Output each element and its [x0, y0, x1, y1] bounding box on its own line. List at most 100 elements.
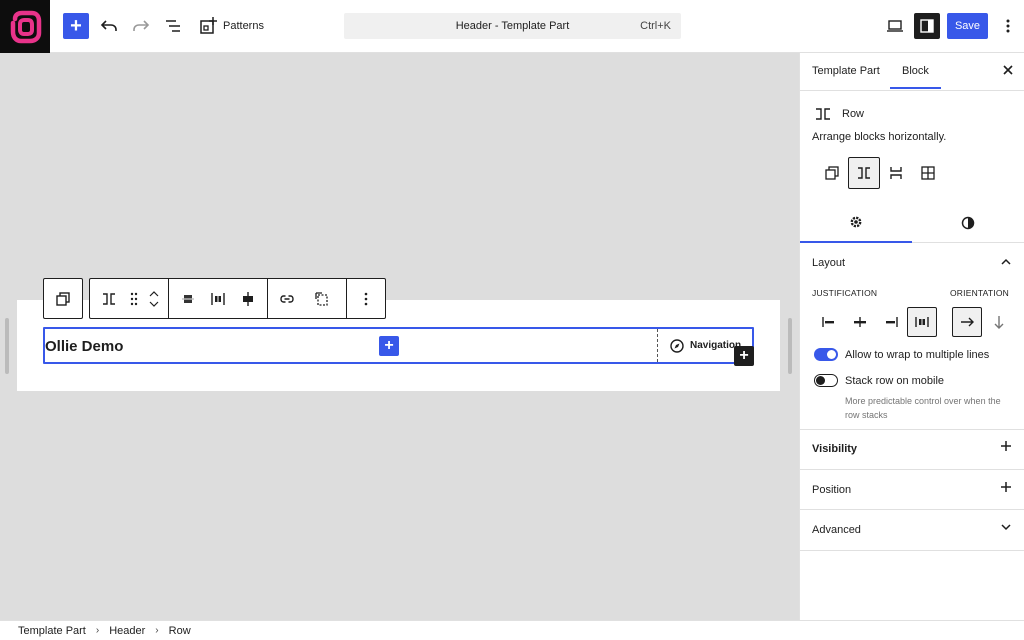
toggle-knob [816, 376, 825, 385]
panel-divider [800, 550, 1024, 551]
justification-label: JUSTIFICATION [812, 288, 878, 298]
row-block[interactable]: Ollie Demo + Navigation + [43, 327, 754, 366]
row-icon [103, 292, 115, 305]
advanced-panel-title: Advanced [812, 524, 861, 536]
convert-to-pattern-button[interactable] [302, 284, 342, 314]
compass-icon [670, 339, 684, 353]
tab-settings[interactable] [800, 203, 912, 243]
link-button[interactable] [272, 284, 302, 314]
chevron-right-icon: › [155, 625, 159, 636]
row-icon [816, 108, 830, 120]
document-overview-button[interactable] [161, 13, 185, 39]
plus-icon [1001, 482, 1011, 492]
patterns-button[interactable]: Patterns [199, 13, 265, 39]
group-icon [825, 166, 839, 180]
more-vertical-icon [364, 292, 368, 305]
ollie-logo-icon [10, 10, 42, 43]
orientation-vertical-button[interactable] [984, 307, 1014, 337]
align-center-icon [182, 294, 194, 303]
chevron-up-icon[interactable] [148, 290, 160, 298]
chevron-right-icon: › [95, 625, 100, 636]
select-parent-button[interactable] [43, 278, 83, 319]
sidebar-icon [920, 19, 934, 33]
site-logo-button[interactable] [0, 0, 50, 53]
gear-icon [850, 216, 862, 228]
row-icon [858, 167, 870, 179]
plus-icon [1001, 441, 1011, 451]
close-icon [1003, 65, 1013, 75]
orientation-horizontal-button[interactable] [952, 307, 982, 337]
vertical-align-button[interactable] [173, 284, 203, 314]
variation-row[interactable] [848, 157, 880, 189]
chevron-down-icon [1001, 524, 1011, 531]
command-palette-bar[interactable]: Header - Template Part Ctrl+K [344, 13, 681, 39]
block-card-title: Row [842, 108, 865, 120]
justify-space-between-button[interactable] [907, 307, 937, 337]
toolbar-group-link [268, 279, 347, 318]
contrast-icon [961, 216, 975, 230]
close-sidebar-button[interactable] [1002, 63, 1014, 81]
stack-toggle[interactable] [814, 374, 838, 387]
desktop-icon [887, 20, 903, 32]
justify-left-icon [822, 317, 834, 327]
toolbar-group-alignment [169, 279, 268, 318]
stack-toggle-label: Stack row on mobile [845, 375, 945, 387]
tab-block[interactable]: Block [890, 65, 941, 89]
toolbar-group-more [347, 279, 385, 318]
navigation-appender-button[interactable]: + [734, 346, 754, 366]
visibility-panel-header[interactable]: Visibility [800, 429, 1024, 469]
tab-template-part[interactable]: Template Part [812, 65, 880, 77]
row-inserter-button[interactable]: + [379, 336, 399, 356]
justify-right-button[interactable] [876, 307, 906, 337]
stretch-button[interactable] [233, 284, 263, 314]
position-panel-header[interactable]: Position [800, 470, 1024, 510]
variation-grid[interactable] [912, 157, 944, 189]
plus-icon: + [70, 15, 82, 37]
right-resize-handle[interactable] [788, 318, 792, 374]
toggle-knob [827, 350, 836, 359]
editor-header: + Patterns Header - Template Part Ctrl+K [0, 0, 1024, 53]
site-title[interactable]: Ollie Demo [45, 338, 123, 355]
block-inserter-button[interactable]: + [63, 13, 89, 39]
settings-sidebar-toggle[interactable] [914, 13, 940, 39]
create-pattern-icon [315, 291, 328, 306]
redo-icon [133, 20, 150, 31]
justify-center-button[interactable] [845, 307, 875, 337]
settings-styles-tabs [800, 203, 1024, 243]
justify-stretch-icon [243, 291, 253, 306]
save-button[interactable]: Save [947, 13, 988, 39]
block-breadcrumb: Template Part › Header › Row [0, 620, 1024, 640]
editor-canvas[interactable]: Ollie Demo + Navigation + [0, 53, 799, 620]
undo-button[interactable] [97, 13, 121, 39]
block-mover [144, 290, 164, 308]
orientation-label: ORIENTATION [950, 288, 1010, 298]
justify-left-button[interactable] [814, 307, 844, 337]
chevron-down-icon[interactable] [148, 300, 160, 308]
breadcrumb-template-part[interactable]: Template Part [18, 625, 86, 637]
justify-button[interactable] [203, 284, 233, 314]
variation-stack[interactable] [880, 157, 912, 189]
block-options-button[interactable] [351, 284, 381, 314]
layout-panel-title[interactable]: Layout [812, 257, 845, 269]
document-title: Header - Template Part [455, 20, 570, 32]
redo-button[interactable] [129, 13, 153, 39]
wrap-toggle[interactable] [814, 348, 838, 361]
options-button[interactable] [996, 13, 1020, 39]
justify-center-icon [854, 317, 866, 327]
device-preview-button[interactable] [882, 13, 908, 39]
variation-group[interactable] [816, 157, 848, 189]
drag-handle-icon [130, 292, 138, 305]
row-transform-button[interactable] [94, 284, 124, 314]
arrow-down-icon [994, 316, 1004, 329]
left-resize-handle[interactable] [5, 318, 9, 374]
block-toolbar [89, 278, 386, 319]
breadcrumb-header[interactable]: Header [109, 625, 145, 637]
position-panel-title: Position [812, 484, 852, 496]
drag-handle[interactable] [124, 284, 144, 314]
breadcrumb-row[interactable]: Row [169, 625, 191, 637]
tab-styles[interactable] [912, 203, 1024, 243]
chevron-up-icon[interactable] [1000, 257, 1012, 267]
advanced-panel-header[interactable]: Advanced [800, 510, 1024, 550]
grid-icon [921, 166, 935, 180]
visibility-panel-title: Visibility [812, 443, 858, 455]
